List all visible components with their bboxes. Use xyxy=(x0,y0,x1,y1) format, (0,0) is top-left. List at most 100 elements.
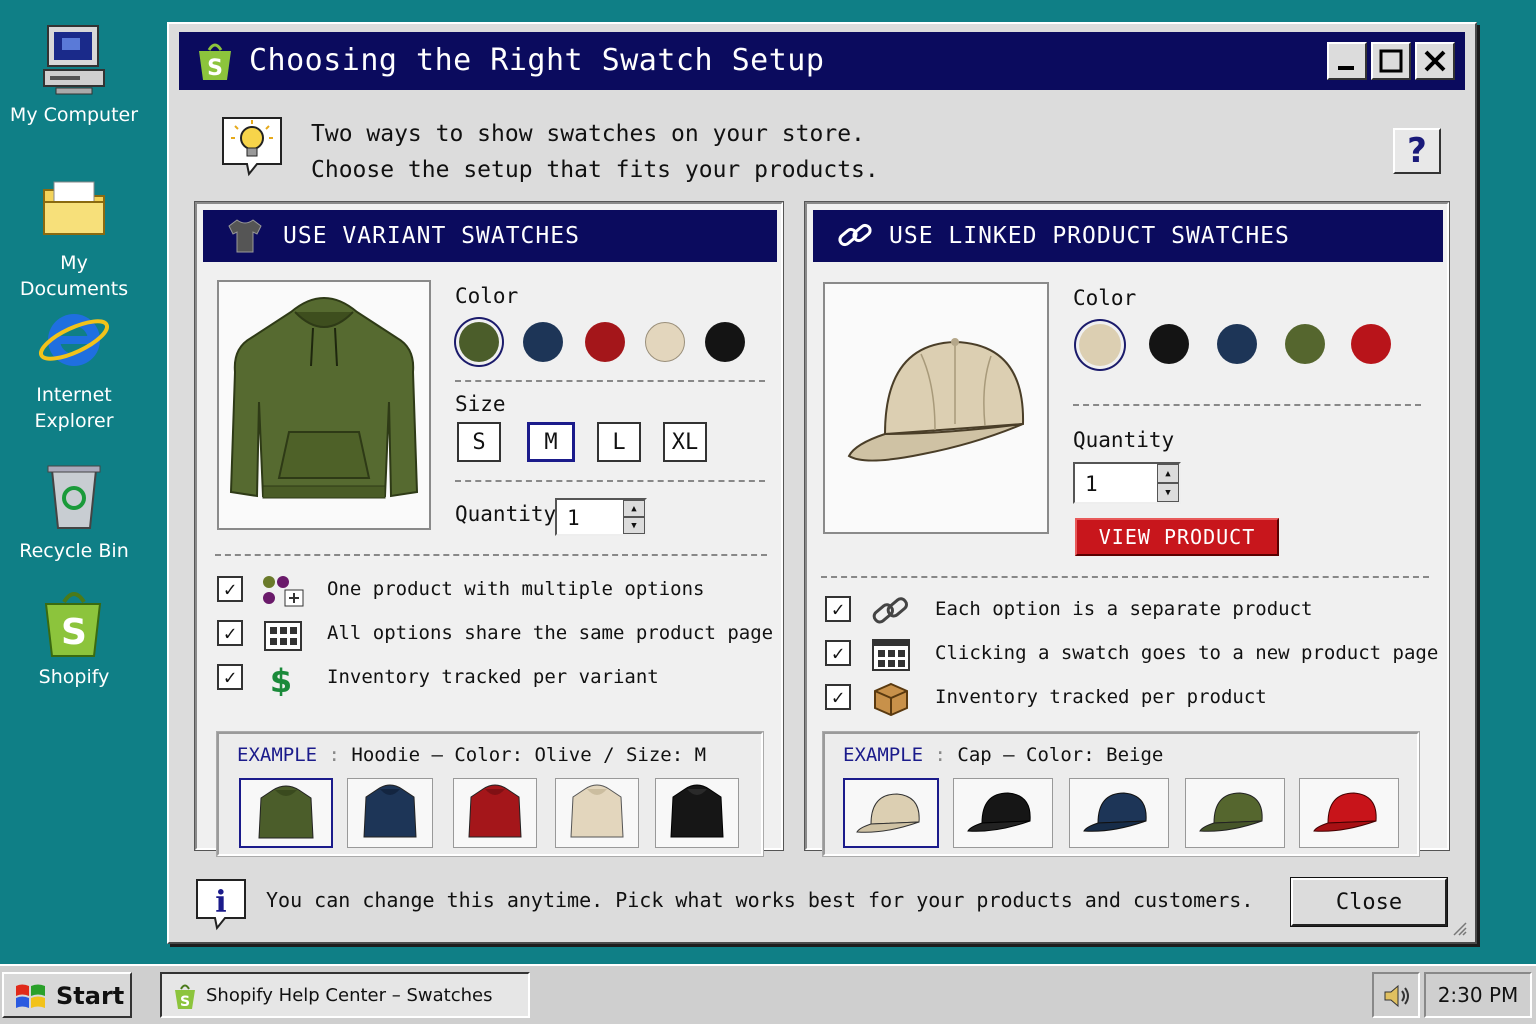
resize-grip[interactable] xyxy=(1451,920,1467,936)
feature-text: Each option is a separate product xyxy=(935,598,1313,620)
size-option-s[interactable]: S xyxy=(457,422,501,462)
quantity-label: Quantity xyxy=(1073,428,1175,452)
shopify-bag-icon: S xyxy=(195,40,235,82)
svg-text:i: i xyxy=(215,885,226,920)
intro-text: Two ways to show swatches on your store.… xyxy=(311,116,879,188)
desktop-icon-my-documents[interactable]: My Documents xyxy=(8,170,140,302)
quantity-stepper[interactable]: 1 ▲ ▼ xyxy=(1073,462,1181,504)
hoodie-product-image xyxy=(217,280,431,530)
minimize-button[interactable] xyxy=(1327,42,1367,80)
feature-text: Clicking a swatch goes to a new product … xyxy=(935,642,1439,664)
cap-icon xyxy=(1313,792,1377,832)
checkbox-checked[interactable]: ✓ xyxy=(217,576,243,602)
desktop-icon-shopify[interactable]: S Shopify xyxy=(8,584,140,690)
color-label: Color xyxy=(1073,286,1137,310)
color-swatch-red[interactable] xyxy=(585,322,625,362)
variant-example-box: EXAMPLE : Hoodie – Color: Olive / Size: … xyxy=(216,731,764,857)
swatch-setup-window: S Choosing the Right Swatch Setup Two wa… xyxy=(167,22,1477,944)
cap-product-image xyxy=(823,282,1049,534)
desktop-icon-label: Recycle Bin xyxy=(19,540,129,562)
example-thumb-navy-hoodie[interactable] xyxy=(347,778,433,848)
example-thumb-red-hoodie[interactable] xyxy=(453,778,537,848)
shopify-bag-icon: S xyxy=(36,584,112,660)
quantity-down-arrow[interactable]: ▼ xyxy=(623,517,645,534)
desktop-icon-label: My Documents xyxy=(19,252,129,300)
dollar-sign-icon: $ xyxy=(261,662,305,700)
start-button[interactable]: Start xyxy=(2,972,132,1018)
cap-icon xyxy=(1199,792,1263,832)
size-option-m[interactable]: M xyxy=(527,422,575,462)
close-button[interactable]: Close xyxy=(1290,877,1448,927)
size-label: Size xyxy=(455,392,506,416)
checkbox-checked[interactable]: ✓ xyxy=(217,620,243,646)
checkbox-checked[interactable]: ✓ xyxy=(217,664,243,690)
desktop-icon-internet-explorer[interactable]: Internet Explorer xyxy=(8,302,140,434)
divider xyxy=(821,576,1429,578)
shopify-bag-icon: S xyxy=(175,984,195,1010)
desktop-icon-my-computer[interactable]: My Computer xyxy=(8,22,140,128)
color-swatch-beige[interactable] xyxy=(645,322,685,362)
variant-panel-header: USE VARIANT SWATCHES xyxy=(203,210,777,262)
color-swatch-navy[interactable] xyxy=(523,322,563,362)
example-thumb-black-hoodie[interactable] xyxy=(655,778,739,848)
checkbox-checked[interactable]: ✓ xyxy=(825,640,851,666)
svg-text:$: $ xyxy=(270,662,292,696)
example-thumb-navy-cap[interactable] xyxy=(1069,778,1169,848)
example-thumb-beige-cap[interactable] xyxy=(843,778,939,848)
color-label: Color xyxy=(455,284,519,308)
lightbulb-icon xyxy=(219,114,285,180)
minimize-icon xyxy=(1338,66,1354,70)
product-page-grid-icon xyxy=(869,638,913,672)
divider xyxy=(215,554,767,556)
hoodie-icon xyxy=(570,784,624,838)
color-swatch-olive[interactable] xyxy=(459,322,499,362)
feature-row: ✓ Clicking a swatch goes to a new produc… xyxy=(825,638,1438,672)
feature-text: All options share the same product page xyxy=(327,622,774,644)
view-product-button[interactable]: VIEW PRODUCT xyxy=(1075,518,1279,556)
quantity-value: 1 xyxy=(567,506,580,530)
footer-note: You can change this anytime. Pick what w… xyxy=(266,888,1254,912)
checkbox-checked[interactable]: ✓ xyxy=(825,596,851,622)
window-title-bar[interactable]: S Choosing the Right Swatch Setup xyxy=(179,32,1465,90)
desktop-icon-recycle-bin[interactable]: Recycle Bin xyxy=(8,458,140,564)
divider xyxy=(1073,404,1421,406)
example-thumb-beige-hoodie[interactable] xyxy=(555,778,639,848)
system-clock: 2:30 PM xyxy=(1424,972,1532,1018)
quantity-up-arrow[interactable]: ▲ xyxy=(623,500,645,517)
example-thumb-olive-cap[interactable] xyxy=(1185,778,1285,848)
quantity-down-arrow[interactable]: ▼ xyxy=(1157,483,1179,502)
cap-icon xyxy=(967,792,1031,832)
quantity-stepper[interactable]: 1 ▲ ▼ xyxy=(555,498,647,536)
volume-button[interactable] xyxy=(1372,972,1420,1018)
quantity-up-arrow[interactable]: ▲ xyxy=(1157,464,1179,483)
tshirt-icon xyxy=(225,218,265,254)
feature-row: ✓ $ Inventory tracked per variant xyxy=(217,662,757,700)
color-swatch-red[interactable] xyxy=(1351,324,1391,364)
quantity-value: 1 xyxy=(1085,472,1098,496)
example-thumb-olive-hoodie[interactable] xyxy=(239,778,333,848)
taskbar-item-shopify-help[interactable]: S Shopify Help Center – Swatches xyxy=(160,972,530,1018)
color-swatch-navy[interactable] xyxy=(1217,324,1257,364)
help-button[interactable]: ? xyxy=(1393,128,1441,174)
color-swatch-beige[interactable] xyxy=(1079,324,1121,366)
size-option-xl[interactable]: XL xyxy=(663,422,707,462)
hoodie-icon xyxy=(258,785,314,839)
color-swatch-black[interactable] xyxy=(705,322,745,362)
window-title: Choosing the Right Swatch Setup xyxy=(249,43,825,78)
color-swatch-olive[interactable] xyxy=(1285,324,1325,364)
example-thumb-black-cap[interactable] xyxy=(953,778,1053,848)
hoodie-icon xyxy=(670,784,724,838)
variant-panel-title: USE VARIANT SWATCHES xyxy=(283,223,580,249)
svg-text:S: S xyxy=(180,994,190,1010)
speaker-icon xyxy=(1384,984,1409,1008)
color-swatch-black[interactable] xyxy=(1149,324,1189,364)
close-window-button[interactable] xyxy=(1415,42,1455,80)
cap-icon xyxy=(856,793,920,833)
maximize-button[interactable] xyxy=(1371,42,1411,80)
size-option-l[interactable]: L xyxy=(597,422,641,462)
divider xyxy=(455,380,765,382)
checkbox-checked[interactable]: ✓ xyxy=(825,684,851,710)
hoodie-icon xyxy=(468,784,522,838)
example-thumb-red-cap[interactable] xyxy=(1299,778,1399,848)
divider xyxy=(455,480,765,482)
